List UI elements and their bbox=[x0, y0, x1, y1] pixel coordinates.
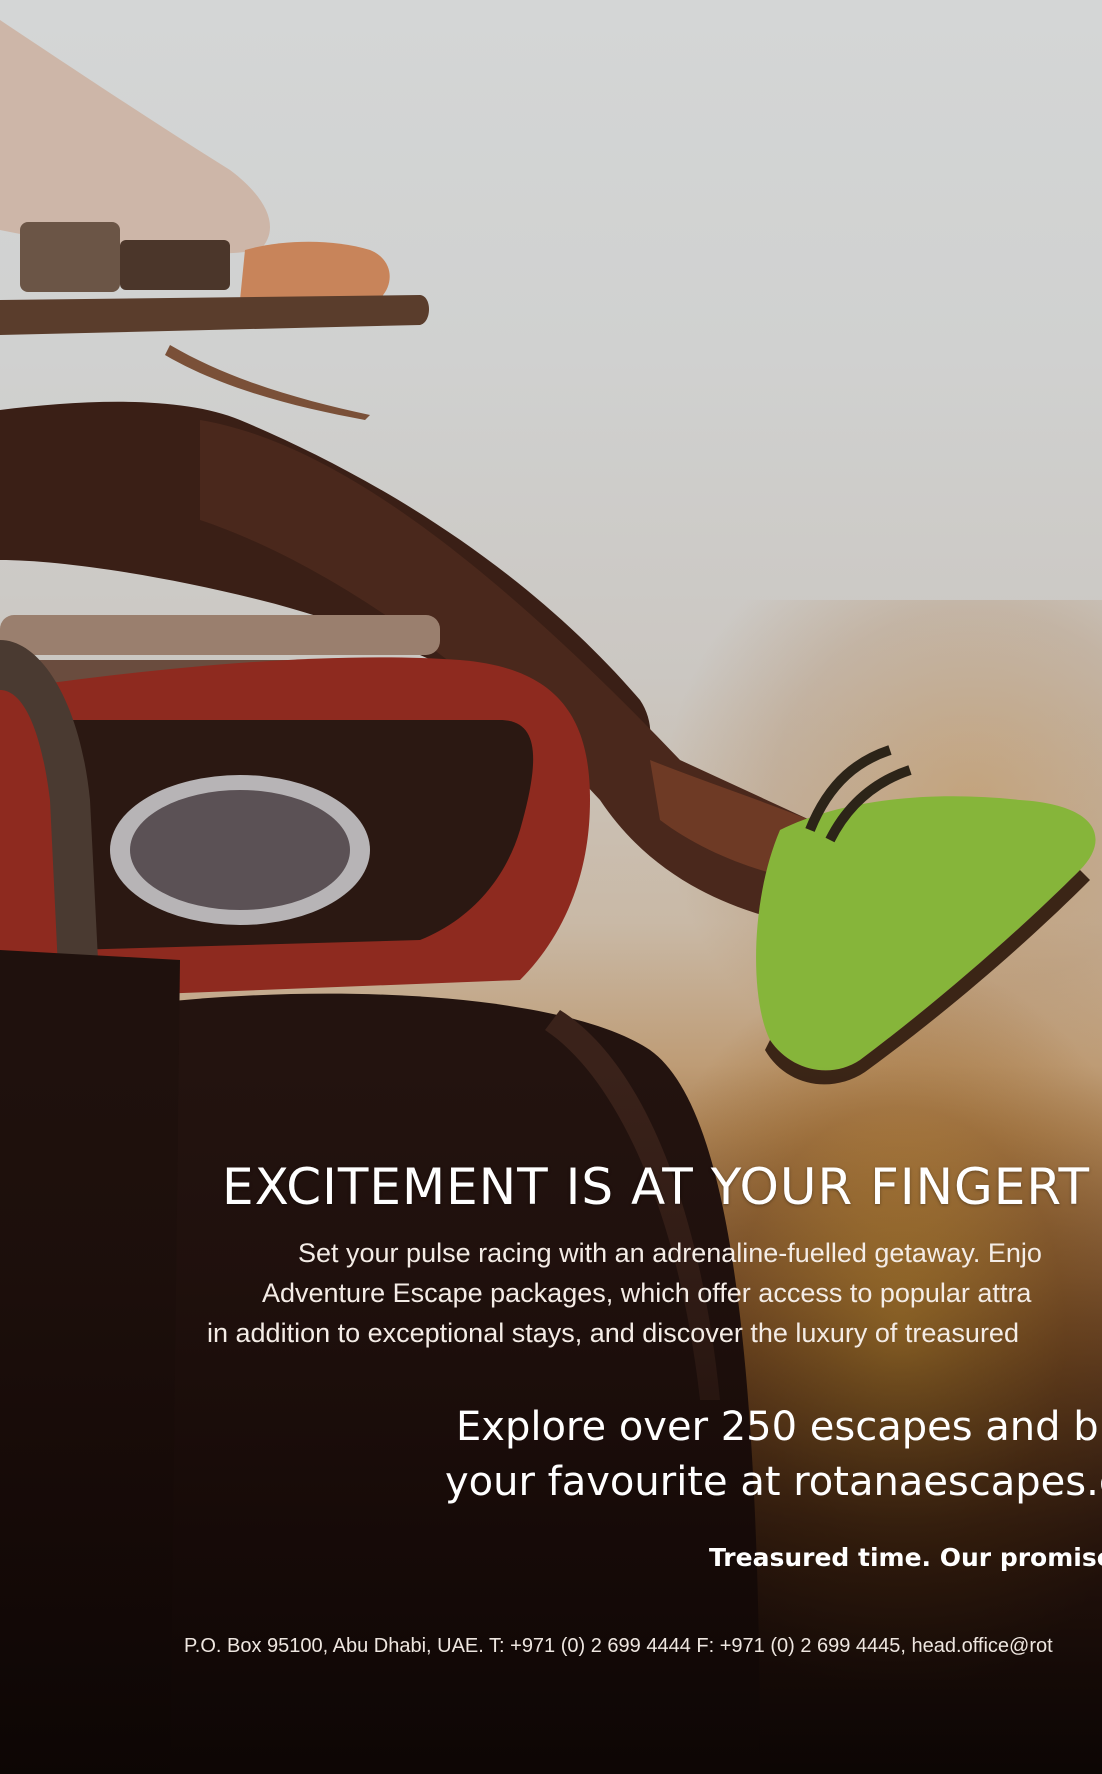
body-line-2: Adventure Escape packages, which offer a… bbox=[262, 1278, 1032, 1308]
cta-line-1: Explore over 250 escapes and b bbox=[456, 1404, 1099, 1450]
contact-address: P.O. Box 95100, Abu Dhabi, UAE. T: +971 … bbox=[184, 1635, 1053, 1657]
cta-line-2: your favourite at rotanaescapes.c bbox=[445, 1459, 1102, 1505]
body-line-3: in addition to exceptional stays, and di… bbox=[207, 1318, 1019, 1348]
body-line-1: Set your pulse racing with an adrenaline… bbox=[298, 1238, 1042, 1268]
headline: EXCITEMENT IS AT YOUR FINGERT bbox=[222, 1158, 1090, 1216]
ad-copy: EXCITEMENT IS AT YOUR FINGERT Set your p… bbox=[0, 0, 1102, 1774]
tagline: Treasured time. Our promise t bbox=[709, 1543, 1102, 1572]
